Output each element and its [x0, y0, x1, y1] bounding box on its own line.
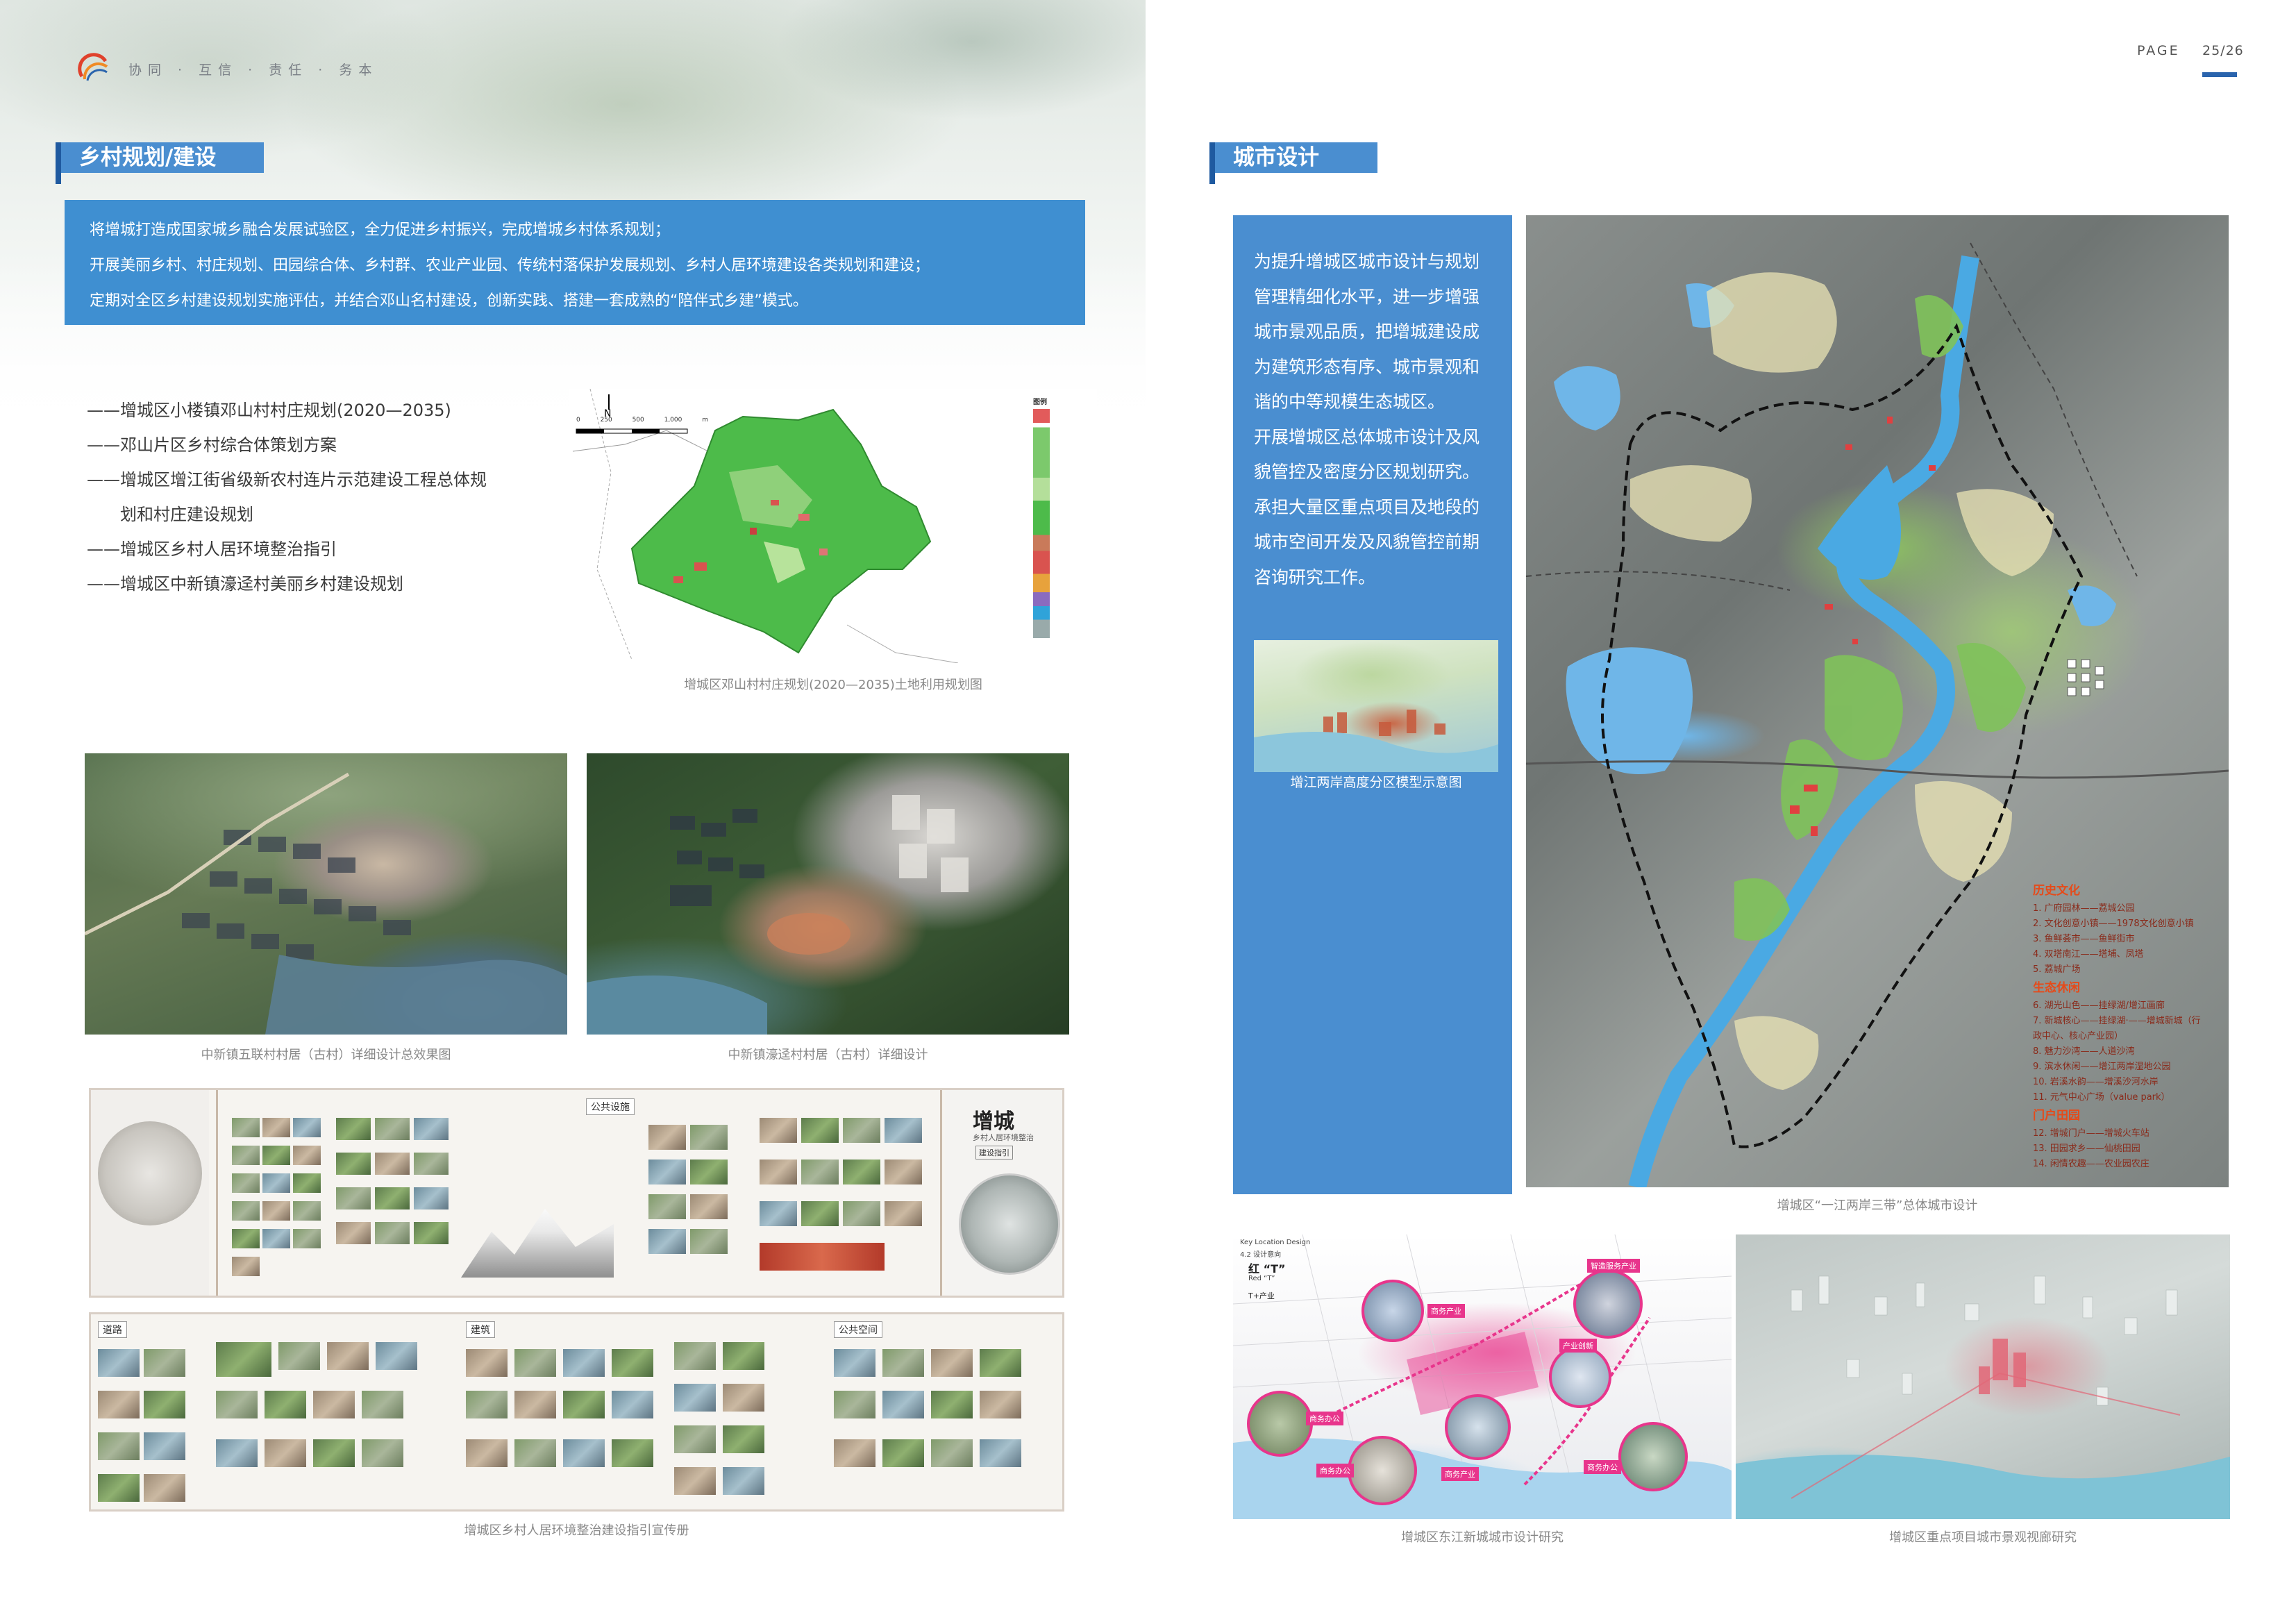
image-circle	[1573, 1269, 1643, 1339]
section-title-city: 城市设计	[1209, 142, 1377, 184]
industry-tag: T+产业	[1248, 1291, 1275, 1300]
ink-mountain-illustration	[461, 1209, 614, 1278]
map-legend-panel: 历史文化 1. 广府园林——荔城公园 2. 文化创意小镇——1978文化创意小镇…	[2033, 880, 2206, 1172]
intro-line: 定期对全区乡村建设规划实施评估，并结合邓山名村建设，创新实践、搭建一套成熟的“陪…	[90, 292, 808, 310]
section-title-rural: 乡村规划/建设	[56, 142, 264, 184]
page-number: 25/26	[2202, 43, 2244, 58]
master-city-design-caption: 增城区“一江两岸三带”总体城市设计	[1777, 1198, 1978, 1213]
page-label: PAGE	[2137, 43, 2180, 58]
image-circle	[1549, 1346, 1611, 1408]
list-item: ——增城区中新镇濠迳村美丽乡村建设规划	[87, 574, 403, 594]
diagram-label: 产业创新	[1559, 1339, 1597, 1353]
brochure-lower-spread: 道路 建筑 公共空间	[89, 1312, 1064, 1512]
east-city-design-caption: 增城区东江新城城市设计研究	[1401, 1530, 1564, 1545]
city-text-line: 城市景观品质，把增城建设成	[1254, 321, 1480, 342]
view-corridor-3d-model	[1736, 1234, 2230, 1519]
east-city-design-diagram: Key Location Design 4.2 设计意向 红 “T” Red “…	[1233, 1234, 1732, 1519]
city-text-line: 承担大量区重点项目及地段的	[1254, 496, 1480, 517]
diagram-label: 商务办公	[1306, 1412, 1343, 1425]
master-city-design-map: 历史文化 1. 广府园林——荔城公园 2. 文化创意小镇——1978文化创意小镇…	[1526, 215, 2229, 1187]
company-motto: 协同 · 互信 · 责任 · 务本	[128, 62, 378, 78]
image-circle	[1247, 1391, 1313, 1457]
brochure-front-cover: 增城 乡村人居环境整治 建设指引	[945, 1090, 1062, 1296]
intro-line: 将增城打造成国家城乡融合发展试验区，全力促进乡村振兴，完成增城乡村体系规划；	[90, 221, 671, 239]
list-item-continuation: 划和村庄建设规划	[120, 505, 253, 524]
image-circle	[1618, 1422, 1688, 1491]
city-text-line: 谐的中等规模生态城区。	[1254, 392, 1446, 412]
page-indicator-bar	[2202, 72, 2237, 77]
city-text-line: 为提升增城区城市设计与规划	[1254, 251, 1480, 271]
height-zoning-model-thumbnail	[1254, 640, 1498, 772]
brochure-section-header: 建筑	[466, 1321, 495, 1338]
list-item: ——增城区小楼镇邓山村村庄规划(2020—2035)	[87, 401, 451, 420]
city-text-line: 咨询研究工作。	[1254, 567, 1376, 587]
brochure-section-header: 公共设施	[586, 1098, 635, 1115]
render-haojing-caption: 中新镇濠迳村村居（古村）详细设计	[728, 1048, 928, 1062]
view-corridor-caption: 增城区重点项目城市景观视廊研究	[1889, 1530, 2077, 1545]
map-legend: 图例	[1033, 396, 1094, 660]
intro-line: 开展美丽乡村、村庄规划、田园综合体、乡村群、农业产业园、传统村落保护发展规划、乡…	[90, 257, 930, 274]
diagram-label: 商务办公	[1584, 1460, 1621, 1474]
list-item: ——增城区增江街省级新农村连片示范建设工程总体规	[87, 470, 487, 489]
city-text-line: 管理精细化水平，进一步增强	[1254, 286, 1480, 307]
land-use-map-caption: 增城区邓山村村庄规划(2020—2035)土地利用规划图	[684, 678, 982, 692]
image-circle	[1361, 1280, 1424, 1342]
height-zoning-model-caption: 增江两岸高度分区模型示意图	[1254, 773, 1498, 792]
diagram-label: 商务产业	[1427, 1304, 1465, 1318]
render-wulian-village	[85, 753, 567, 1035]
city-text-line: 为建筑形态有序、城市景观和	[1254, 356, 1480, 377]
legend-group-gateway: 门户田园 12. 增城门户——增城火车站 13. 田园求乡——仙桃田园 14. …	[2033, 1109, 2150, 1169]
land-use-map: N 0 250 500 1,000 m 图例	[569, 389, 1097, 663]
render-haojing-village	[587, 753, 1069, 1035]
company-logo-icon	[78, 53, 111, 86]
city-text-line: 城市空间开发及风貌管控前期	[1254, 532, 1480, 552]
legend-group-ecology: 生态休闲 6. 湖光山色——挂绿湖/增江画廊 7. 新城核心——挂绿湖·——增城…	[2033, 981, 2201, 1103]
brochure-upper-spread: 公共设施 增城 乡村人居环境整治 建设指引	[89, 1088, 1064, 1298]
legend-group-history: 历史文化 1. 广府园林——荔城公园 2. 文化创意小镇——1978文化创意小镇…	[2033, 884, 2194, 975]
diagram-label: 智造服务产业	[1587, 1259, 1640, 1273]
list-item: ——增城区乡村人居环境整治指引	[87, 539, 337, 559]
list-item: ——邓山片区乡村综合体策划方案	[87, 435, 337, 455]
image-circle	[1348, 1436, 1417, 1505]
map-scale: 0 250 500 1,000 m	[576, 417, 708, 424]
diagram-label: 商务办公	[1316, 1464, 1354, 1477]
render-wulian-caption: 中新镇五联村村居（古村）详细设计总效果图	[201, 1048, 451, 1062]
rural-intro-box: 将增城打造成国家城乡融合发展试验区，全力促进乡村振兴，完成增城乡村体系规划； 开…	[65, 200, 1085, 325]
city-text-line: 貌管控及密度分区规划研究。	[1254, 462, 1480, 482]
image-circle	[1445, 1394, 1511, 1460]
brochure-back-cover	[91, 1090, 209, 1296]
rural-project-list: ——增城区小楼镇邓山村村庄规划(2020—2035) ——邓山片区乡村综合体策划…	[87, 393, 487, 601]
brochure-section-header: 道路	[98, 1321, 127, 1338]
brochure-section-header: 公共空间	[834, 1321, 882, 1338]
city-text-line: 开展增城区总体城市设计及风	[1254, 426, 1480, 447]
diagram-label: 商务产业	[1441, 1467, 1479, 1481]
brochure-caption: 增城区乡村人居环境整治建设指引宣传册	[464, 1523, 689, 1538]
